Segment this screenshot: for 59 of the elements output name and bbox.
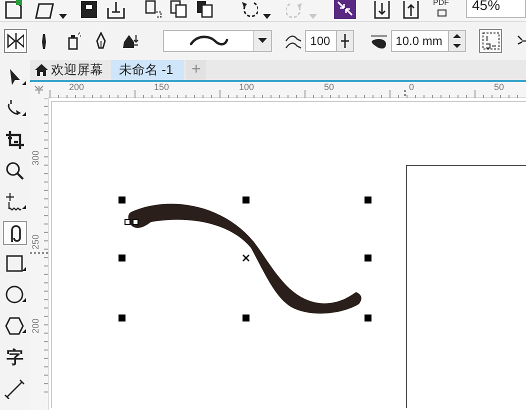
ruler-origin-icon[interactable] — [33, 84, 45, 96]
caret-icon — [258, 38, 268, 44]
ruler-label: 250 — [30, 234, 41, 250]
slider-button[interactable] — [336, 30, 354, 52]
export-icon[interactable] — [106, 0, 126, 19]
node-icon[interactable] — [124, 219, 138, 225]
calligraphic-icon — [120, 32, 139, 50]
selection-handle[interactable] — [118, 254, 126, 262]
undo-icon[interactable] — [240, 0, 258, 19]
selection-handle[interactable] — [364, 254, 372, 262]
selection-handle[interactable] — [118, 196, 126, 204]
spinner-icon — [453, 33, 462, 49]
freehand-icon — [4, 191, 26, 213]
selection-handle[interactable] — [364, 314, 372, 322]
line-icon — [4, 377, 26, 399]
tool-button[interactable] — [3, 128, 27, 152]
ruler-label: 50 — [324, 82, 334, 92]
brush-icon — [40, 32, 48, 50]
mode-button[interactable] — [4, 29, 27, 53]
width-field[interactable]: 10.0 mm — [390, 30, 450, 52]
tool-button[interactable] — [3, 221, 27, 245]
selection-handle[interactable] — [242, 196, 250, 204]
smoothing-field[interactable]: 100 — [305, 30, 337, 52]
stroke-dropdown[interactable] — [163, 30, 272, 52]
options-button[interactable] — [479, 29, 502, 53]
ruler-label: 300 — [30, 150, 41, 166]
slider-icon — [340, 34, 350, 48]
ruler-label: 100 — [239, 82, 254, 92]
snap-icon[interactable] — [334, 0, 356, 19]
new-document-icon[interactable] — [4, 0, 24, 19]
upload-icon[interactable] — [403, 0, 419, 19]
ruler-label: 0 — [409, 82, 414, 92]
selection-handle[interactable] — [118, 314, 126, 322]
pages-icon[interactable] — [170, 0, 188, 19]
ruler-label: 200 — [30, 318, 41, 334]
paste-icon[interactable] — [196, 0, 214, 19]
tool-button[interactable]: 字 — [3, 345, 27, 369]
ruler-label: 50 — [494, 82, 504, 92]
ruler-label: 200 — [69, 82, 84, 92]
selection-handle[interactable] — [364, 196, 372, 204]
document-tab[interactable]: 未命名 -1 — [111, 60, 184, 80]
spinner-button[interactable] — [449, 30, 466, 52]
folder-icon[interactable] — [34, 0, 54, 19]
zoom-field[interactable]: 45% — [466, 0, 526, 18]
stroke-preview-icon — [188, 35, 229, 47]
polygon-icon — [4, 315, 26, 337]
center-mark[interactable] — [242, 254, 250, 262]
preset-icon — [6, 32, 24, 50]
zoom-icon — [4, 160, 26, 182]
copy-icon[interactable] — [144, 0, 162, 19]
bounding-box-icon — [482, 32, 500, 50]
import-icon[interactable] — [374, 0, 390, 19]
ruler-label: 150 — [154, 82, 170, 92]
save-icon[interactable] — [80, 0, 98, 19]
brush-stroke[interactable] — [128, 204, 362, 314]
crop-icon — [4, 129, 26, 151]
ellipse-icon — [4, 284, 26, 306]
selection-handle[interactable] — [242, 314, 250, 322]
rectangle-icon — [4, 253, 26, 275]
